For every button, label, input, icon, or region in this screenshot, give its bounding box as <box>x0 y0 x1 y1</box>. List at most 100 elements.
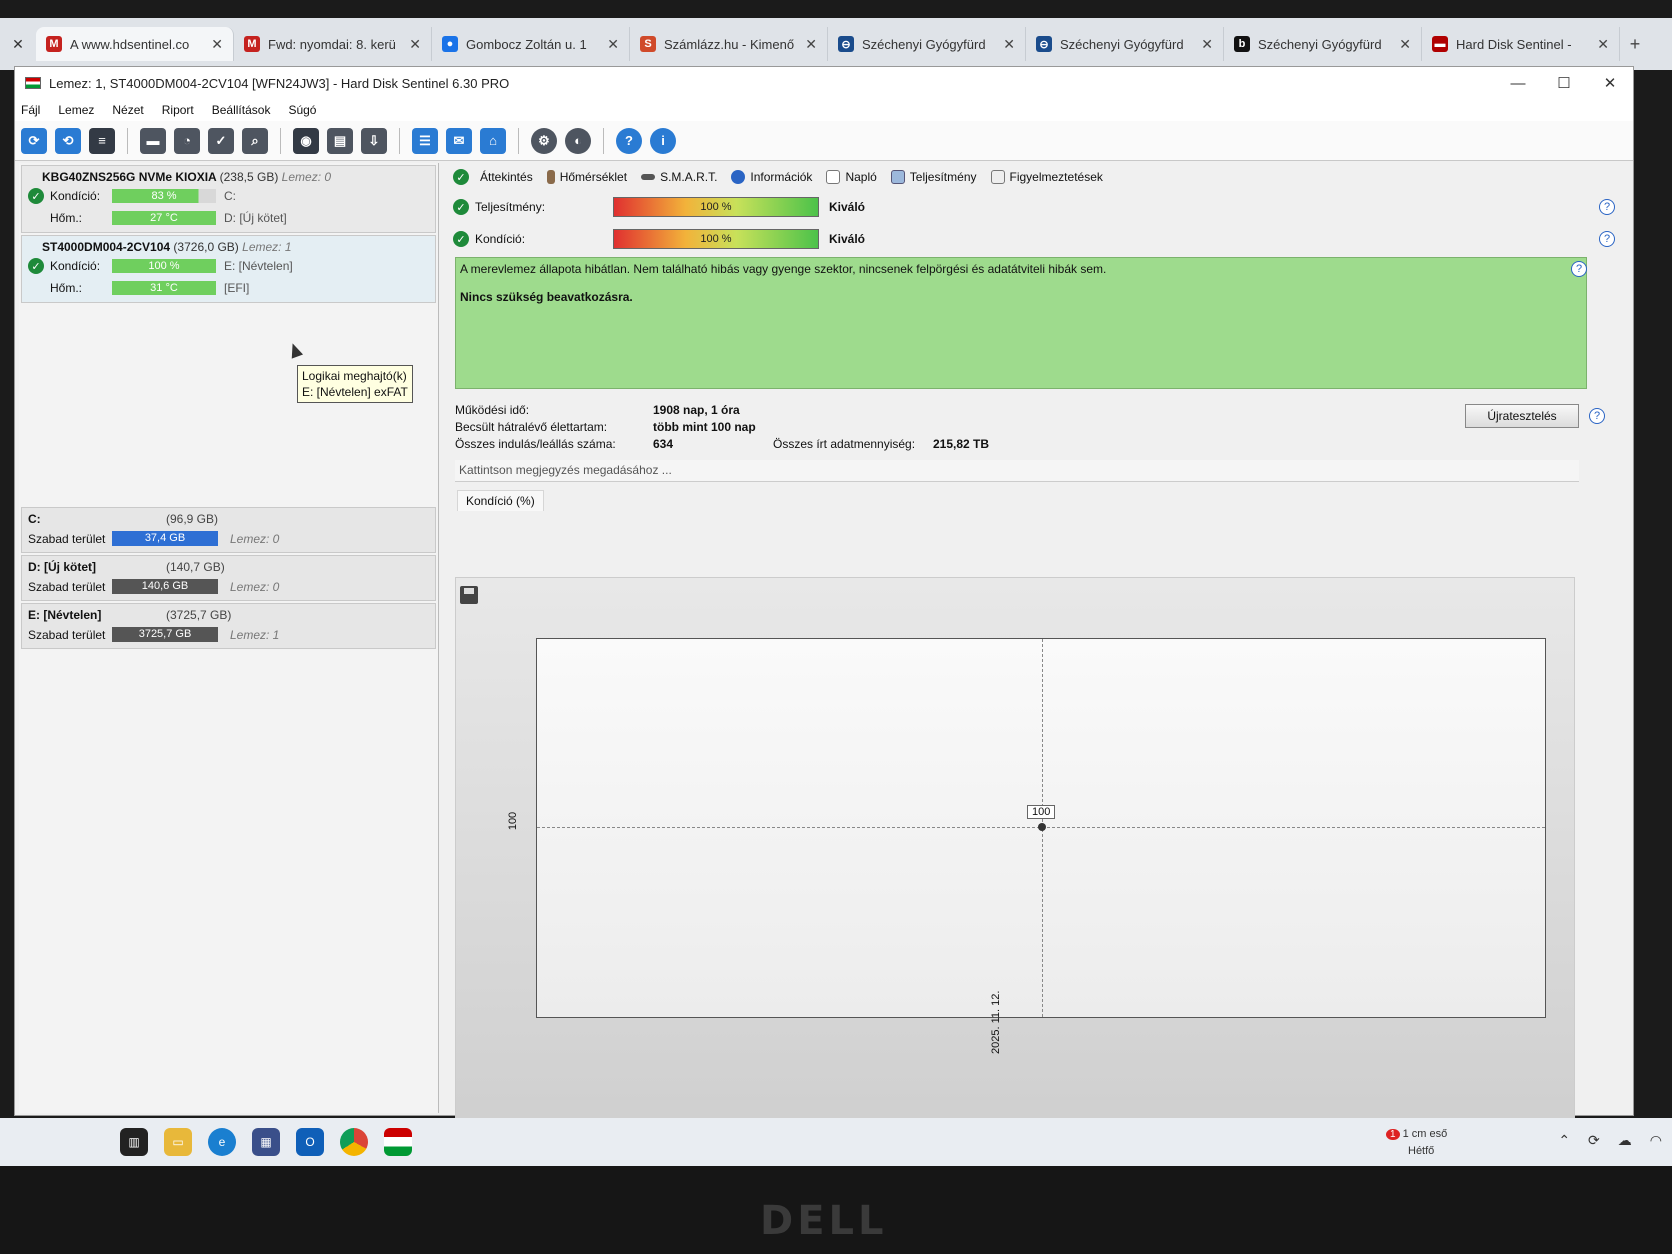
menu-help[interactable]: Súgó <box>288 103 316 117</box>
close-tab-icon[interactable]: ✕ <box>409 36 421 53</box>
help-icon[interactable]: ? <box>1599 199 1615 215</box>
menu-disk[interactable]: Lemez <box>58 103 94 117</box>
help-icon[interactable]: ? <box>1571 261 1587 277</box>
close-tab-icon[interactable]: ✕ <box>1201 36 1213 53</box>
stats: Működési idő: 1908 nap, 1 óra Becsült hát… <box>455 401 1625 452</box>
volume-label: C: <box>224 189 236 203</box>
tab-information[interactable]: Információk <box>731 170 812 184</box>
close-tab-icon[interactable]: ✕ <box>607 36 619 53</box>
menu-report[interactable]: Riport <box>162 103 194 117</box>
info-icon[interactable]: i <box>650 127 676 154</box>
minimize-button[interactable]: — <box>1495 75 1541 92</box>
taskview-icon[interactable]: ▥ <box>120 1128 148 1156</box>
free-space-bar: 140,6 GB <box>112 579 218 594</box>
close-button[interactable]: ✕ <box>1587 74 1633 92</box>
tab-alerts[interactable]: Figyelmeztetések <box>990 170 1103 184</box>
save-icon[interactable] <box>460 586 478 604</box>
email-icon[interactable]: ✉ <box>446 127 472 154</box>
disk-icon <box>641 174 656 180</box>
chart-tab-condition[interactable]: Kondíció (%) <box>457 490 544 511</box>
performance-row: ✓ Teljesítmény: 100 % Kiváló ? <box>445 191 1625 223</box>
close-tab-icon[interactable]: ✕ <box>1399 36 1411 53</box>
browser-tab[interactable]: ⊖ Széchenyi Gyógyfürd ✕ <box>828 27 1026 61</box>
browser-tab[interactable]: ⊖ Széchenyi Gyógyfürd ✕ <box>1026 27 1224 61</box>
refresh-all-icon[interactable]: ⟲ <box>55 127 81 154</box>
help-icon[interactable]: ? <box>1599 231 1615 247</box>
web-report-icon[interactable]: ⌂ <box>480 127 506 154</box>
favicon-icon: ▬ <box>1432 36 1448 52</box>
toolbar-divider <box>399 127 400 154</box>
backup-icon[interactable]: ▤ <box>327 127 353 154</box>
menu-view[interactable]: Nézet <box>112 103 143 117</box>
close-tab-icon[interactable]: ✕ <box>211 36 223 53</box>
cloud-off-icon[interactable]: ☁ <box>1618 1132 1632 1149</box>
close-icon[interactable]: ✕ <box>0 36 36 53</box>
disk-search-icon[interactable]: ⌕ <box>242 127 268 154</box>
weather-day: Hétfő <box>1408 1145 1435 1157</box>
favicon-icon: S <box>640 36 656 52</box>
volume-item-d[interactable]: D: [Új kötet] (140,7 GB) Szabad terület 14… <box>21 555 436 601</box>
tab-performance[interactable]: Teljesítmény <box>890 170 977 184</box>
browser-tab[interactable]: M A www.hdsentinel.co ✕ <box>36 27 234 61</box>
browser-tab[interactable]: M Fwd: nyomdai: 8. kerü ✕ <box>234 27 432 61</box>
close-tab-icon[interactable]: ✕ <box>805 36 817 53</box>
volume-item-e[interactable]: E: [Névtelen] (3725,7 GB) Szabad terület 3… <box>21 603 436 649</box>
tab-smart[interactable]: S.M.A.R.T. <box>641 170 717 184</box>
menubar: Fájl Lemez Nézet Riport Beállítások Súgó <box>15 99 1633 121</box>
store-icon[interactable]: ▦ <box>252 1128 280 1156</box>
chrome-icon[interactable] <box>340 1128 368 1156</box>
volume-disk-index: Lemez: 1 <box>230 627 280 642</box>
network-icon[interactable]: ◉ <box>293 127 319 154</box>
close-tab-icon[interactable]: ✕ <box>1597 36 1609 53</box>
toolbar-divider <box>518 127 519 154</box>
lifetime-value: több mint 100 nap <box>653 419 756 434</box>
disk-item-1[interactable]: ST4000DM004-2CV104 (3726,0 GB) Lemez: 1 … <box>21 235 436 303</box>
report-icon[interactable]: ☰ <box>412 127 438 154</box>
disk-index: Lemez: 0 <box>281 170 332 184</box>
edge-icon[interactable]: e <box>208 1128 236 1156</box>
close-tab-icon[interactable]: ✕ <box>1003 36 1015 53</box>
condition-bar: 100 % <box>613 229 819 249</box>
data-label: 100 <box>1027 805 1056 819</box>
help-icon[interactable]: ? <box>1589 408 1605 424</box>
help-icon[interactable]: ? <box>616 127 642 154</box>
volume-size: (96,9 GB) <box>166 512 219 526</box>
volume-item-c[interactable]: C: (96,9 GB) Szabad terület 37,4 GB Lemez: … <box>21 507 436 553</box>
disk-list-icon[interactable]: ≡ <box>89 127 115 154</box>
free-space-label: Szabad terület <box>28 531 106 546</box>
disk-item-0[interactable]: KBG40ZNS256G NVMe KIOXIA (238,5 GB) Leme… <box>21 165 436 233</box>
disk-icon[interactable]: ▬ <box>140 127 166 154</box>
menu-settings[interactable]: Beállítások <box>212 103 271 117</box>
retest-button[interactable]: Újratesztelés <box>1465 404 1579 428</box>
volume-disk-index: Lemez: 0 <box>230 531 280 546</box>
condition-rating: Kiváló <box>829 232 866 246</box>
sync-icon[interactable]: ⟳ <box>1588 1132 1600 1149</box>
folder-icon[interactable]: ▭ <box>164 1128 192 1156</box>
chart-icon <box>890 170 905 184</box>
gear-icon[interactable]: ⚙ <box>531 127 557 154</box>
weather-widget[interactable]: 1 1 cm eső Hétfő <box>1386 1126 1447 1159</box>
chevron-up-icon[interactable]: ⌃ <box>1558 1132 1570 1149</box>
brand-logo: DELL <box>760 1198 888 1244</box>
menu-file[interactable]: Fájl <box>21 103 40 117</box>
disk-clock-icon[interactable]: ◔ <box>174 127 200 154</box>
disk-check-icon[interactable]: ✓ <box>208 127 234 154</box>
export-icon[interactable]: ⇩ <box>361 127 387 154</box>
tab-temperature[interactable]: Hőmérséklet <box>546 170 627 184</box>
uptime-value: 1908 nap, 1 óra <box>653 402 740 417</box>
outlook-icon[interactable]: O <box>296 1128 324 1156</box>
note-input[interactable]: Kattintson megjegyzés megadásához ... <box>455 460 1579 482</box>
maximize-button[interactable]: ☐ <box>1541 74 1587 92</box>
browser-tab[interactable]: ▬ Hard Disk Sentinel - ✕ <box>1422 27 1620 61</box>
toolbar-divider <box>280 127 281 154</box>
browser-tab[interactable]: ● Gombocz Zoltán u. 1 ✕ <box>432 27 630 61</box>
sound-icon[interactable]: ◐ <box>565 127 591 154</box>
browser-tab[interactable]: S Számlázz.hu - Kimenő ✕ <box>630 27 828 61</box>
new-tab-button[interactable]: + <box>1620 34 1650 55</box>
wifi-icon[interactable]: ◠ <box>1650 1132 1662 1149</box>
tab-overview[interactable]: ✓ Áttekintés <box>453 169 533 185</box>
hdsentinel-icon[interactable] <box>384 1128 412 1156</box>
refresh-icon[interactable]: ⟳ <box>21 127 47 154</box>
browser-tab[interactable]: b Széchenyi Gyógyfürd ✕ <box>1224 27 1422 61</box>
tab-log[interactable]: Napló <box>826 170 877 184</box>
